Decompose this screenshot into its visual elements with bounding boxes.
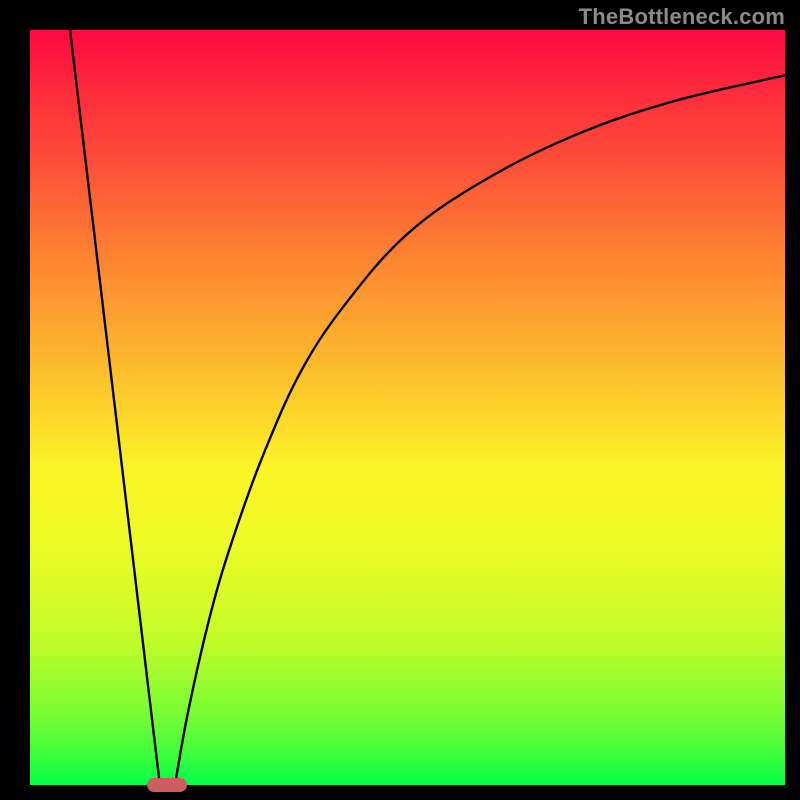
- watermark-text: TheBottleneck.com: [579, 4, 785, 30]
- chart-svg: [30, 30, 785, 785]
- curve-right-branch: [175, 75, 785, 785]
- curve-left-branch: [70, 30, 160, 785]
- chart-plot-area: [30, 30, 785, 785]
- bottleneck-marker: [147, 778, 187, 792]
